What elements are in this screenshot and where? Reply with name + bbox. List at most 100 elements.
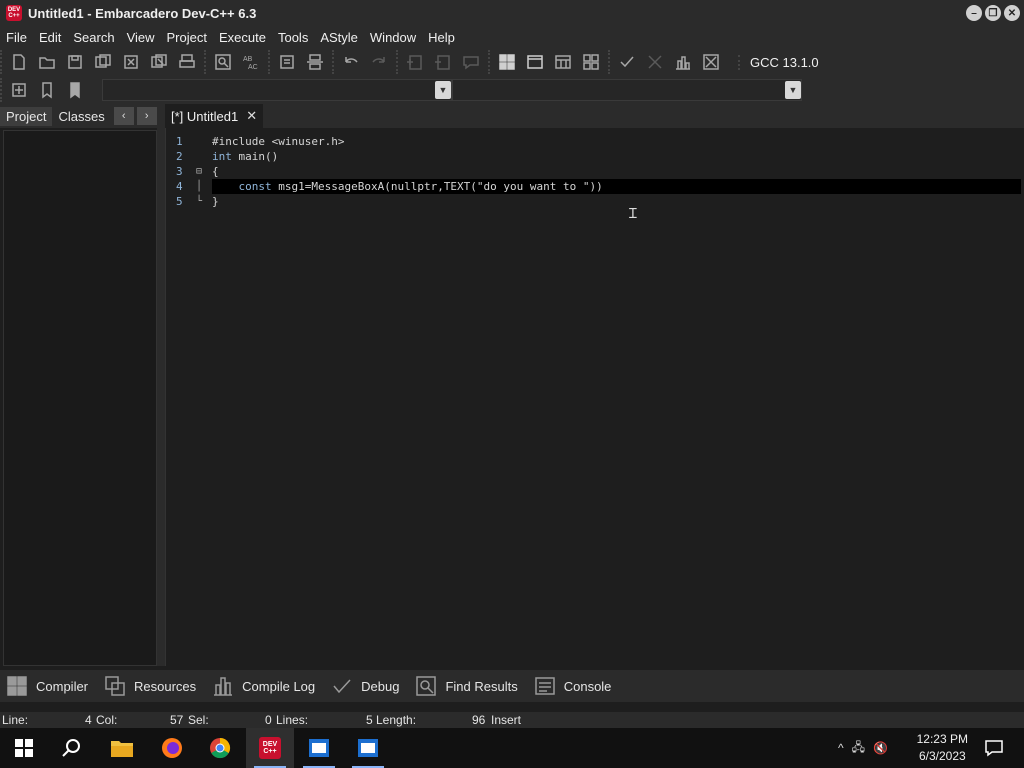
menu-view[interactable]: View <box>121 30 161 45</box>
syntax-check-icon[interactable] <box>616 51 638 73</box>
check-icon <box>329 674 355 698</box>
windows-start-icon[interactable] <box>0 728 48 768</box>
replace-icon[interactable]: AB AC <box>240 51 262 73</box>
svg-text:AC: AC <box>248 64 258 71</box>
menu-execute[interactable]: Execute <box>213 30 272 45</box>
toggle-bookmark-icon[interactable] <box>36 79 58 101</box>
close-button[interactable]: ✕ <box>1004 5 1020 21</box>
status-sel-label: Sel: <box>188 713 209 727</box>
code-editor[interactable]: 1 #include <winuser.h> 2 int main() 3 ⊟ … <box>165 128 1024 666</box>
save-icon[interactable] <box>64 51 86 73</box>
chevron-right-icon[interactable]: › <box>136 107 157 125</box>
menu-file[interactable]: File <box>0 30 33 45</box>
line-number: 4 <box>176 180 183 193</box>
menu-edit[interactable]: Edit <box>33 30 67 45</box>
chevron-left-icon[interactable]: ‹ <box>113 107 134 125</box>
code-line: 3 ⊟ { <box>166 164 1024 179</box>
menu-astyle[interactable]: AStyle <box>314 30 364 45</box>
code-line: 2 int main() <box>166 149 1024 164</box>
tab-console[interactable]: Console <box>528 674 611 698</box>
close-all-icon[interactable] <box>148 51 170 73</box>
panel-splitter[interactable] <box>157 104 165 666</box>
code-text: #include <winuser.h> <box>212 135 345 148</box>
menu-search[interactable]: Search <box>67 30 120 45</box>
chevron-down-icon[interactable]: ▼ <box>785 81 801 99</box>
chevron-down-icon[interactable]: ▼ <box>435 81 451 99</box>
speaker-muted-icon[interactable]: 🔇 <box>873 741 888 755</box>
notifications-icon[interactable] <box>970 728 1018 768</box>
restore-button[interactable]: ❐ <box>985 5 1001 21</box>
resources-icon <box>102 674 128 698</box>
network-icon[interactable]: 🖧 <box>852 738 865 759</box>
bottom-panel-tabs: Compiler Resources Compile Log Debug Fin… <box>0 670 1024 702</box>
unindent-icon[interactable] <box>304 51 326 73</box>
new-file-icon[interactable] <box>8 51 30 73</box>
menu-help[interactable]: Help <box>422 30 461 45</box>
stop-execution-icon[interactable] <box>644 51 666 73</box>
status-length-value: 96 <box>472 713 486 727</box>
status-col-label: Col: <box>96 713 118 727</box>
code-text: const msg1=MessageBoxA(nullptr,TEXT("do … <box>238 180 603 193</box>
code-line: 5 └ } <box>166 194 1024 209</box>
close-icon[interactable]: ✕ <box>246 108 257 124</box>
file-explorer-icon[interactable] <box>98 728 146 768</box>
taskbar-clock[interactable]: 12:23 PM 6/3/2023 <box>917 731 968 765</box>
tab-untitled1[interactable]: [*] Untitled1 ✕ <box>165 104 264 128</box>
system-tray: ^ 🖧 🔇 <box>838 728 888 768</box>
menu-project[interactable]: Project <box>161 30 213 45</box>
function-combo[interactable]: ▼ <box>452 79 802 101</box>
undo-icon[interactable] <box>340 51 362 73</box>
main-toolbar: AB AC GCC 13.1.0 <box>0 48 1024 76</box>
add-to-project-icon[interactable] <box>404 51 426 73</box>
close-file-icon[interactable] <box>120 51 142 73</box>
print-icon[interactable] <box>176 51 198 73</box>
open-folder-icon[interactable] <box>36 51 58 73</box>
app-window-icon[interactable] <box>344 728 392 768</box>
search-icon[interactable] <box>48 728 96 768</box>
goto-bookmark-icon[interactable] <box>64 79 86 101</box>
text-cursor-icon: Ɪ <box>629 206 637 222</box>
remove-from-project-icon[interactable] <box>432 51 454 73</box>
fold-collapse-icon[interactable]: ⊟ <box>196 164 206 179</box>
class-combo[interactable]: ▼ <box>102 79 452 101</box>
project-tree[interactable] <box>3 130 157 666</box>
compiler-grid-icon <box>4 674 30 698</box>
compile-icon[interactable] <box>496 51 518 73</box>
chevron-up-icon[interactable]: ^ <box>838 741 844 755</box>
menu-tools[interactable]: Tools <box>272 30 314 45</box>
window-controls: – ❐ ✕ <box>966 5 1020 21</box>
project-toolbar-group <box>396 50 488 74</box>
tab-label: [*] Untitled1 <box>171 108 239 124</box>
devcpp-taskbar-icon[interactable]: DEV C++ <box>246 728 294 768</box>
tab-compiler[interactable]: Compiler <box>0 674 88 698</box>
save-all-icon[interactable] <box>92 51 114 73</box>
tab-project[interactable]: Project <box>0 106 53 126</box>
tab-classes[interactable]: Classes <box>52 107 110 126</box>
firefox-icon[interactable] <box>148 728 196 768</box>
tab-compile-log[interactable]: Compile Log <box>206 674 315 698</box>
tab-find-results[interactable]: Find Results <box>409 674 518 698</box>
code-line: 1 #include <winuser.h> <box>166 134 1024 149</box>
redo-icon[interactable] <box>368 51 390 73</box>
chrome-icon[interactable] <box>196 728 244 768</box>
tab-debug[interactable]: Debug <box>325 674 399 698</box>
profile-icon[interactable] <box>672 51 694 73</box>
keyword-token: const <box>238 180 272 193</box>
find-icon[interactable] <box>212 51 234 73</box>
compile-run-icon[interactable] <box>552 51 574 73</box>
minimize-button[interactable]: – <box>966 5 982 21</box>
window-title: Untitled1 - Embarcadero Dev-C++ 6.3 <box>28 5 257 21</box>
tab-resources[interactable]: Resources <box>98 674 196 698</box>
compiler-selector[interactable]: GCC 13.1.0 <box>738 54 819 70</box>
left-panel-tabs: Project Classes ‹ › <box>0 104 164 128</box>
app-window-icon[interactable] <box>295 728 343 768</box>
insert-icon[interactable] <box>8 79 30 101</box>
indent-icon[interactable] <box>276 51 298 73</box>
find-results-icon <box>413 674 439 698</box>
console-icon <box>532 674 558 698</box>
run-icon[interactable] <box>524 51 546 73</box>
rebuild-all-icon[interactable] <box>580 51 602 73</box>
delete-profile-icon[interactable] <box>700 51 722 73</box>
project-options-icon[interactable] <box>460 51 482 73</box>
menu-window[interactable]: Window <box>364 30 422 45</box>
